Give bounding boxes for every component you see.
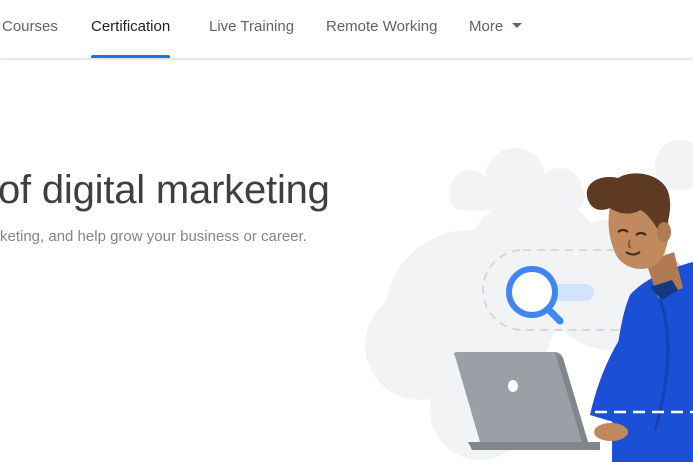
nav-item-label: Courses: [2, 18, 58, 35]
hero-illustration: [365, 140, 693, 462]
nav-item-courses[interactable]: Courses: [2, 0, 58, 58]
hero-subtitle: keting, and help grow your business or c…: [0, 228, 307, 245]
nav-item-more[interactable]: More: [469, 0, 523, 58]
top-navigation: Courses Certification Live Training Remo…: [0, 0, 693, 58]
nav-item-certification[interactable]: Certification: [91, 0, 171, 58]
nav-item-live-training[interactable]: Live Training: [209, 0, 294, 58]
nav-item-label: Remote Working: [326, 18, 438, 35]
active-tab-indicator: [91, 55, 171, 58]
nav-item-remote-working[interactable]: Remote Working: [326, 0, 437, 58]
hero-title: of digital marketing: [0, 168, 330, 212]
nav-item-label: More: [469, 18, 504, 35]
nav-item-label: Certification: [91, 18, 171, 35]
nav-item-label: Live Training: [209, 18, 295, 35]
chevron-down-icon: [512, 22, 523, 28]
